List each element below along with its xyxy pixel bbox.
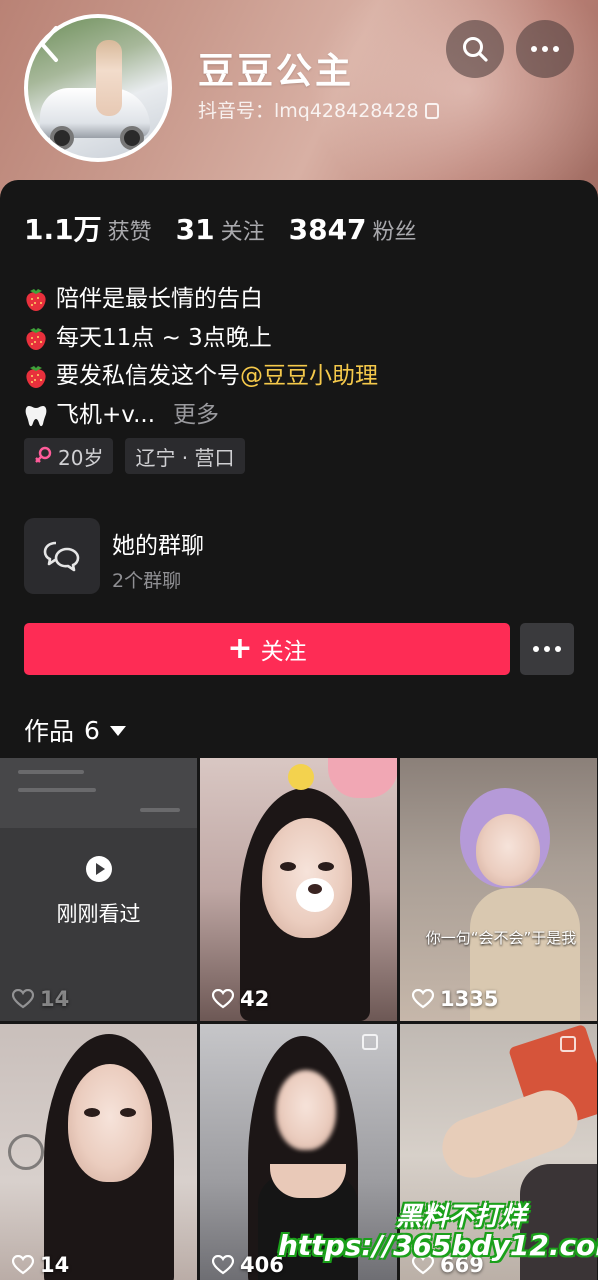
like-count: 1335 — [412, 987, 498, 1011]
bio-text: 陪伴是最长情的告白 — [56, 286, 263, 312]
copy-icon[interactable] — [424, 103, 439, 119]
stat-label: 关注 — [220, 220, 265, 245]
video-tile[interactable]: 刚刚看过 14 — [0, 758, 197, 1021]
recently-watched-label: 刚刚看过 — [56, 902, 141, 926]
thumbnail-dialog — [0, 758, 197, 828]
strawberry-icon — [26, 289, 46, 312]
nickname: 豆豆公主 — [198, 51, 355, 92]
bio-line: 陪伴是最长情的告白 — [22, 280, 378, 319]
heart-icon — [212, 1255, 234, 1275]
video-tile[interactable]: 14 — [0, 1024, 197, 1280]
follow-label: 关注 — [260, 639, 307, 665]
more-options-button[interactable] — [516, 20, 574, 78]
group-chat-title[interactable]: 她的群聊 — [112, 526, 204, 560]
stat-value: 3847 — [288, 213, 367, 246]
mention-link[interactable]: @豆豆小助理 — [240, 357, 378, 396]
avatar-wheel — [120, 126, 144, 150]
avatar-figure — [96, 40, 122, 116]
heart-icon — [12, 989, 34, 1009]
search-icon — [463, 37, 488, 62]
stat-value: 31 — [175, 213, 215, 246]
stats-row: 1.1万 获赞 31 关注 3847 粉丝 — [24, 208, 417, 248]
strawberry-icon — [26, 366, 46, 389]
plus-icon: + — [227, 631, 253, 666]
chat-bubbles-icon — [43, 541, 80, 572]
follow-more-button[interactable] — [520, 623, 574, 675]
like-count: 42 — [212, 987, 269, 1011]
thumbnail-face — [68, 1064, 152, 1182]
profile-card: 1.1万 获赞 31 关注 3847 粉丝 陪伴是最长情的告白 每天11点 ~ 3点晚… — [0, 180, 598, 1280]
stat-followers[interactable]: 3847 粉丝 — [289, 213, 417, 246]
bio-text: 要发私信发这个号 — [56, 363, 240, 389]
stat-likes[interactable]: 1.1万 获赞 — [24, 208, 152, 248]
watermark: 黑料不打烊 https://365bdy12.com — [278, 1196, 598, 1262]
heart-icon — [412, 989, 434, 1009]
like-count: 406 — [212, 1253, 284, 1277]
location-tag: 辽宁 · 营口 — [125, 438, 245, 474]
like-count: 14 — [12, 1253, 69, 1277]
watermark-url: https://365bdy12.com — [278, 1229, 598, 1262]
stat-value: 1.1万 — [24, 213, 102, 246]
profile-header: 豆豆公主 抖音号：lmq428428428 — [0, 0, 598, 200]
like-count-value: 1335 — [440, 987, 499, 1011]
bio-line: 每天11点 ~ 3点晚上 — [22, 319, 378, 358]
works-count: 6 — [84, 715, 100, 745]
more-dots-icon — [531, 46, 559, 52]
bio-line: 要发私信发这个号 @豆豆小助理 — [22, 357, 378, 396]
works-label: 作品 — [24, 717, 75, 746]
like-count-value: 14 — [40, 1253, 70, 1277]
brand-logo — [8, 1134, 44, 1170]
heart-icon — [212, 989, 234, 1009]
more-dots-icon — [533, 646, 561, 652]
caret-down-icon — [109, 726, 126, 736]
strawberry-icon — [26, 327, 46, 350]
female-icon — [35, 446, 52, 463]
flower-clip — [288, 764, 314, 790]
tooth-icon — [25, 405, 47, 426]
group-chat-count: 2个群聊 — [112, 570, 182, 592]
account-id-row[interactable]: 抖音号：lmq428428428 — [198, 96, 439, 123]
bio: 陪伴是最长情的告白 每天11点 ~ 3点晚上 要发私信发这个号 @豆豆小助理 飞机… — [22, 280, 378, 434]
thumbnail-face — [276, 1070, 336, 1150]
video-tile[interactable]: 42 — [200, 758, 397, 1021]
search-button[interactable] — [446, 20, 504, 78]
bio-text: 飞机+v... — [56, 401, 156, 428]
location-text: 辽宁 · 营口 — [135, 445, 235, 470]
bio-more-link[interactable]: 更多 — [173, 396, 219, 435]
bio-line: 飞机+v... 更多 — [22, 396, 378, 435]
stat-label: 获赞 — [107, 220, 152, 245]
heart-icon — [12, 1255, 34, 1275]
avatar-wheel — [50, 126, 74, 150]
back-icon[interactable] — [34, 24, 64, 64]
thumbnail-face — [476, 814, 540, 886]
video-tile[interactable]: 你一句“会不会”于是我 1335 — [400, 758, 597, 1021]
age-tag: 20岁 — [24, 438, 114, 474]
like-count-value: 42 — [240, 987, 270, 1011]
age-text: 20岁 — [58, 445, 104, 470]
profile-tags: 20岁 辽宁 · 营口 — [24, 438, 245, 474]
like-count: 14 — [12, 987, 69, 1011]
stat-following[interactable]: 31 关注 — [176, 213, 265, 246]
play-icon — [86, 856, 112, 882]
stat-label: 粉丝 — [372, 220, 417, 245]
video-caption: 你一句“会不会”于是我 — [425, 929, 577, 947]
watermark-line: 黑料不打烊 — [395, 1202, 526, 1232]
account-id: 抖音号：lmq428428428 — [198, 100, 419, 122]
follow-button[interactable]: + 关注 — [24, 623, 510, 675]
bio-text: 每天11点 ~ 3点晚上 — [56, 324, 272, 351]
like-count-value: 14 — [40, 987, 70, 1011]
works-tab[interactable]: 作品 6 — [24, 712, 126, 748]
thumbnail-face — [262, 818, 352, 938]
group-chat-button[interactable] — [24, 518, 100, 594]
